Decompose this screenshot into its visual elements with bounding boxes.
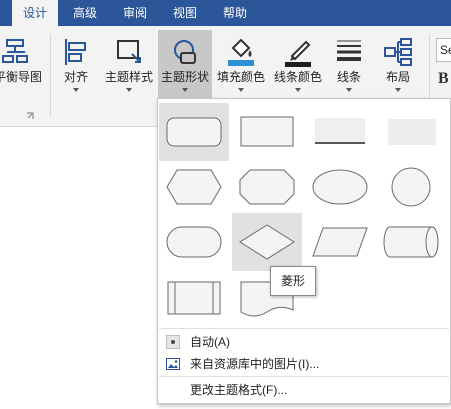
topic-style-button[interactable]: 主题样式 bbox=[102, 30, 156, 122]
ellipse-icon bbox=[312, 169, 368, 205]
balance-map-icon bbox=[2, 39, 28, 63]
paint-bucket-icon bbox=[228, 38, 254, 66]
shape-octagon[interactable] bbox=[232, 158, 302, 216]
shape-ellipse[interactable] bbox=[305, 158, 375, 216]
change-theme-format-label: 更改主题格式(F)... bbox=[190, 383, 288, 397]
shape-rounded-rectangle[interactable] bbox=[159, 103, 229, 161]
capsule-icon bbox=[166, 226, 222, 258]
flat-rectangle-icon bbox=[388, 119, 436, 145]
shape-capsule[interactable] bbox=[159, 213, 229, 271]
line-label: 线条 bbox=[336, 70, 361, 84]
chevron-down-icon bbox=[295, 88, 301, 92]
chevron-down-icon bbox=[346, 88, 352, 92]
layout-icon bbox=[384, 38, 412, 66]
shape-rectangle[interactable] bbox=[232, 103, 302, 161]
from-library-menu-item[interactable]: 来自资源库中的图片(I)... bbox=[158, 353, 450, 375]
underline-shape-icon bbox=[315, 118, 365, 144]
chevron-down-icon bbox=[238, 88, 244, 92]
balance-map-label: 平衡导图 bbox=[0, 70, 43, 84]
chevron-down-icon bbox=[182, 88, 188, 92]
shape-cylinder[interactable] bbox=[378, 213, 448, 271]
shape-predefined-process[interactable] bbox=[159, 268, 229, 326]
align-button[interactable]: 对齐 bbox=[54, 30, 98, 122]
bold-button[interactable]: B bbox=[438, 70, 449, 88]
pen-icon bbox=[285, 40, 311, 67]
topic-style-label: 主题样式 bbox=[104, 70, 153, 84]
chevron-down-icon bbox=[126, 88, 132, 92]
ribbon-separator bbox=[50, 34, 51, 116]
tab-help[interactable]: 帮助 bbox=[212, 0, 258, 26]
auto-shape-menu-item[interactable]: 自动(A) bbox=[158, 331, 450, 353]
shape-hexagon[interactable] bbox=[159, 158, 229, 216]
tab-advanced[interactable]: 高级 bbox=[62, 0, 108, 26]
cylinder-icon bbox=[383, 226, 439, 258]
auto-shape-label: 自动(A) bbox=[190, 335, 230, 349]
circle-icon bbox=[391, 167, 431, 207]
shape-parallelogram[interactable] bbox=[305, 213, 375, 271]
shape-circle[interactable] bbox=[378, 158, 448, 216]
topic-shape-icon bbox=[174, 40, 196, 64]
topic-shape-gallery: 自动(A) 来自资源库中的图片(I)... 更改主题格式(F)... bbox=[157, 98, 451, 404]
shape-tooltip: 菱形 bbox=[270, 266, 316, 296]
layout-label: 布局 bbox=[385, 70, 410, 84]
font-name-field[interactable]: Se bbox=[436, 38, 451, 62]
hexagon-icon bbox=[166, 169, 222, 205]
line-color-label: 线条颜色 bbox=[273, 70, 322, 84]
from-library-label: 来自资源库中的图片(I)... bbox=[190, 357, 320, 371]
dialog-launcher-icon[interactable] bbox=[26, 112, 34, 120]
topic-shape-label: 主题形状 bbox=[160, 70, 209, 84]
change-theme-format-menu-item[interactable]: 更改主题格式(F)... bbox=[158, 379, 450, 401]
predefined-process-icon bbox=[167, 281, 221, 315]
rounded-rectangle-icon bbox=[166, 117, 222, 147]
picture-icon bbox=[166, 358, 180, 370]
line-weight-icon bbox=[337, 40, 361, 61]
shape-diamond[interactable] bbox=[232, 213, 302, 271]
align-icon bbox=[65, 39, 86, 65]
align-label: 对齐 bbox=[63, 70, 88, 84]
shape-flat-rectangle[interactable] bbox=[378, 103, 448, 161]
menu-separator bbox=[159, 328, 449, 329]
diamond-icon bbox=[239, 224, 295, 260]
rectangle-icon bbox=[240, 116, 294, 147]
tab-view[interactable]: 视图 bbox=[162, 0, 208, 26]
balance-map-button[interactable]: 平衡导图 bbox=[0, 30, 43, 122]
tab-review[interactable]: 审阅 bbox=[112, 0, 158, 26]
tab-design[interactable]: 设计 bbox=[12, 0, 58, 26]
chevron-down-icon bbox=[395, 88, 401, 92]
fill-color-label: 填充颜色 bbox=[216, 70, 265, 84]
parallelogram-icon bbox=[312, 227, 368, 257]
menu-separator bbox=[159, 376, 449, 377]
chevron-down-icon bbox=[73, 88, 79, 92]
shape-underline[interactable] bbox=[305, 103, 375, 161]
topic-style-icon bbox=[117, 40, 141, 63]
octagon-icon bbox=[239, 169, 295, 205]
auto-bullet-icon bbox=[166, 335, 180, 349]
ribbon-tab-bar: 设计 高级 审阅 视图 帮助 bbox=[0, 0, 451, 26]
